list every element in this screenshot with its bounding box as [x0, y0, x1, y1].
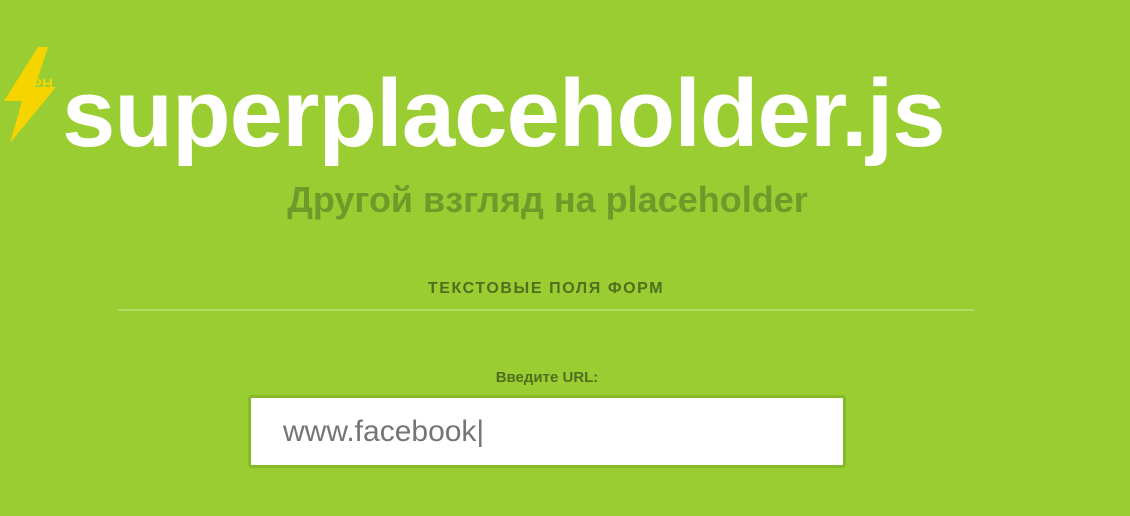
url-field-label: Введите URL:	[495, 369, 599, 386]
url-input[interactable]	[248, 395, 846, 468]
page-title: superplaceholder.js	[62, 60, 946, 167]
page-subtitle: Другой взгляд на placeholder	[287, 179, 808, 220]
logo-badge-text: PH	[32, 76, 53, 93]
lightning-bolt-icon: PH	[0, 47, 60, 143]
section-divider	[118, 309, 974, 311]
section-title: ТЕКСТОВЫЕ ПОЛЯ ФОРМ	[427, 280, 665, 297]
